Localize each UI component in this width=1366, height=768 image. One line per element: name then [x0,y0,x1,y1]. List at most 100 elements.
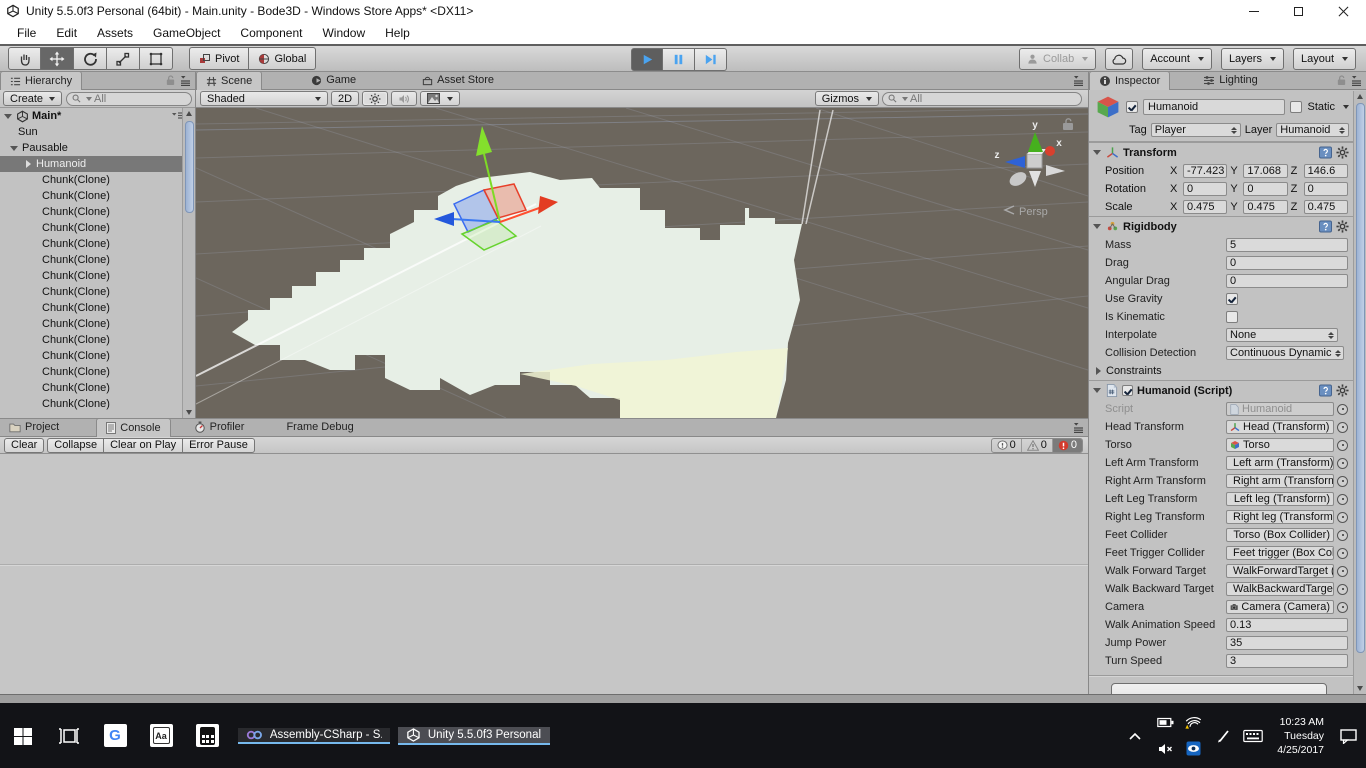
menu-window[interactable]: Window [313,26,376,40]
scrollbar-thumb[interactable] [185,121,194,213]
wifi-tray-icon[interactable] [1179,710,1207,736]
scene-viewport[interactable]: y x z Persp [196,108,1088,418]
collab-dropdown[interactable]: Collab [1019,48,1096,70]
cloud-services-button[interactable] [1105,48,1133,70]
2d-toggle-button[interactable]: 2D [331,91,359,106]
scroll-up-arrow[interactable] [183,108,195,119]
position-x-field[interactable]: -77.423 [1183,164,1227,178]
right-arm-object-field[interactable]: Right arm (Transform) [1226,474,1334,488]
object-picker-icon[interactable] [1337,476,1348,487]
object-picker-icon[interactable] [1337,602,1348,613]
collision-detection-dropdown[interactable]: Continuous Dynamic [1226,346,1344,360]
scene-search-input[interactable]: All [882,92,1082,106]
hierarchy-row[interactable]: Sun [0,124,195,140]
tab-profiler[interactable]: Profiler [185,418,254,436]
tab-game[interactable]: Game [302,71,365,89]
pen-tray-icon[interactable] [1209,703,1237,768]
create-button[interactable]: Create [3,91,62,106]
scale-z-field[interactable]: 0.475 [1304,200,1348,214]
gameobject-name-field[interactable]: Humanoid [1143,99,1285,115]
scene-effects-dropdown[interactable] [420,91,460,106]
hierarchy-row[interactable]: Chunk(Clone) [0,252,195,268]
scale-tool-button[interactable] [107,47,140,70]
scroll-down-arrow[interactable] [1354,683,1366,694]
menu-assets[interactable]: Assets [88,26,144,40]
task-view-button[interactable] [46,703,92,768]
help-book-icon[interactable] [1319,220,1332,233]
clear-on-play-button[interactable]: Clear on Play [104,438,183,453]
console-log-area[interactable] [0,454,1088,694]
scene-lighting-toggle[interactable] [362,91,388,106]
foldout-open-icon[interactable] [1093,222,1102,231]
dictionary-taskbar-icon[interactable]: Aa [138,703,184,768]
object-picker-icon[interactable] [1337,512,1348,523]
object-picker-icon[interactable] [1337,440,1348,451]
close-button[interactable] [1321,0,1366,22]
scale-y-field[interactable]: 0.475 [1243,200,1287,214]
hierarchy-search-input[interactable]: All [66,92,192,106]
gear-icon[interactable] [1336,384,1349,397]
rotation-z-field[interactable]: 0 [1304,182,1348,196]
warning-count-toggle[interactable]: 0 [1021,439,1052,452]
active-checkbox[interactable] [1126,101,1138,113]
walk-forward-object-field[interactable]: WalkForwardTarget (Transform) [1226,564,1334,578]
foldout-open-icon[interactable] [10,144,19,153]
object-picker-icon[interactable] [1337,530,1348,541]
rotation-x-field[interactable]: 0 [1183,182,1227,196]
hierarchy-row-scene[interactable]: Main* [0,108,195,124]
hierarchy-row[interactable]: Chunk(Clone) [0,364,195,380]
left-arm-object-field[interactable]: Left arm (Transform) [1226,456,1334,470]
add-component-button[interactable] [1111,683,1327,694]
clear-button[interactable]: Clear [4,438,44,453]
constraints-foldout-icon[interactable] [1094,367,1103,376]
camera-object-field[interactable]: Camera (Camera) [1226,600,1334,614]
help-book-icon[interactable] [1319,146,1332,159]
jump-power-field[interactable]: 35 [1226,636,1348,650]
position-z-field[interactable]: 146.6 [1304,164,1348,178]
hand-tool-button[interactable] [8,47,41,70]
object-picker-icon[interactable] [1337,458,1348,469]
transform-component-header[interactable]: Transform [1089,142,1353,162]
gizmos-dropdown[interactable]: Gizmos [815,91,879,106]
foldout-open-icon[interactable] [1093,148,1102,157]
taskbar-app-unity[interactable]: Unity 5.5.0f3 Personal... [398,727,550,745]
hierarchy-row[interactable]: Chunk(Clone) [0,204,195,220]
object-picker-icon[interactable] [1337,494,1348,505]
rect-tool-button[interactable] [140,47,173,70]
feet-trigger-object-field[interactable]: Feet trigger (Box Collider) [1226,546,1334,560]
global-toggle-button[interactable]: Global [249,47,316,70]
hierarchy-row[interactable]: Chunk(Clone) [0,380,195,396]
tab-project[interactable]: Project [0,418,68,436]
minimize-button[interactable] [1231,0,1276,22]
hierarchy-row[interactable]: Chunk(Clone) [0,396,195,412]
error-count-toggle[interactable]: 0 [1052,439,1082,452]
static-checkbox[interactable] [1290,101,1302,113]
console-splitter[interactable] [0,564,1088,565]
gear-icon[interactable] [1336,220,1349,233]
panel-menu-icon[interactable] [1351,74,1363,86]
tab-lighting[interactable]: Lighting [1194,72,1267,89]
hierarchy-row[interactable]: Chunk(Clone) [0,220,195,236]
position-y-field[interactable]: 17.068 [1243,164,1287,178]
start-button[interactable] [0,703,46,768]
tag-dropdown[interactable]: Player [1151,123,1241,137]
feet-collider-object-field[interactable]: Torso (Box Collider) [1226,528,1334,542]
taskbar-clock[interactable]: 10:23 AM Tuesday 4/25/2017 [1269,715,1332,757]
scene-audio-toggle[interactable] [391,91,417,106]
foldout-open-icon[interactable] [4,112,13,121]
hierarchy-row[interactable]: Chunk(Clone) [0,284,195,300]
is-kinematic-checkbox[interactable] [1226,311,1238,323]
volume-mute-tray-icon[interactable] [1151,736,1179,762]
tab-asset-store[interactable]: Asset Store [413,71,503,89]
script-enabled-checkbox[interactable] [1122,385,1133,396]
panel-menu-icon[interactable] [1073,421,1085,433]
move-tool-button[interactable] [41,47,74,70]
pivot-toggle-button[interactable]: Pivot [189,47,249,70]
lock-icon[interactable] [165,74,176,86]
collapse-button[interactable]: Collapse [47,438,104,453]
gear-icon[interactable] [1336,146,1349,159]
rotate-tool-button[interactable] [74,47,107,70]
gameobject-cube-icon[interactable] [1095,94,1121,120]
rotation-y-field[interactable]: 0 [1243,182,1287,196]
action-center-button[interactable] [1334,703,1362,768]
